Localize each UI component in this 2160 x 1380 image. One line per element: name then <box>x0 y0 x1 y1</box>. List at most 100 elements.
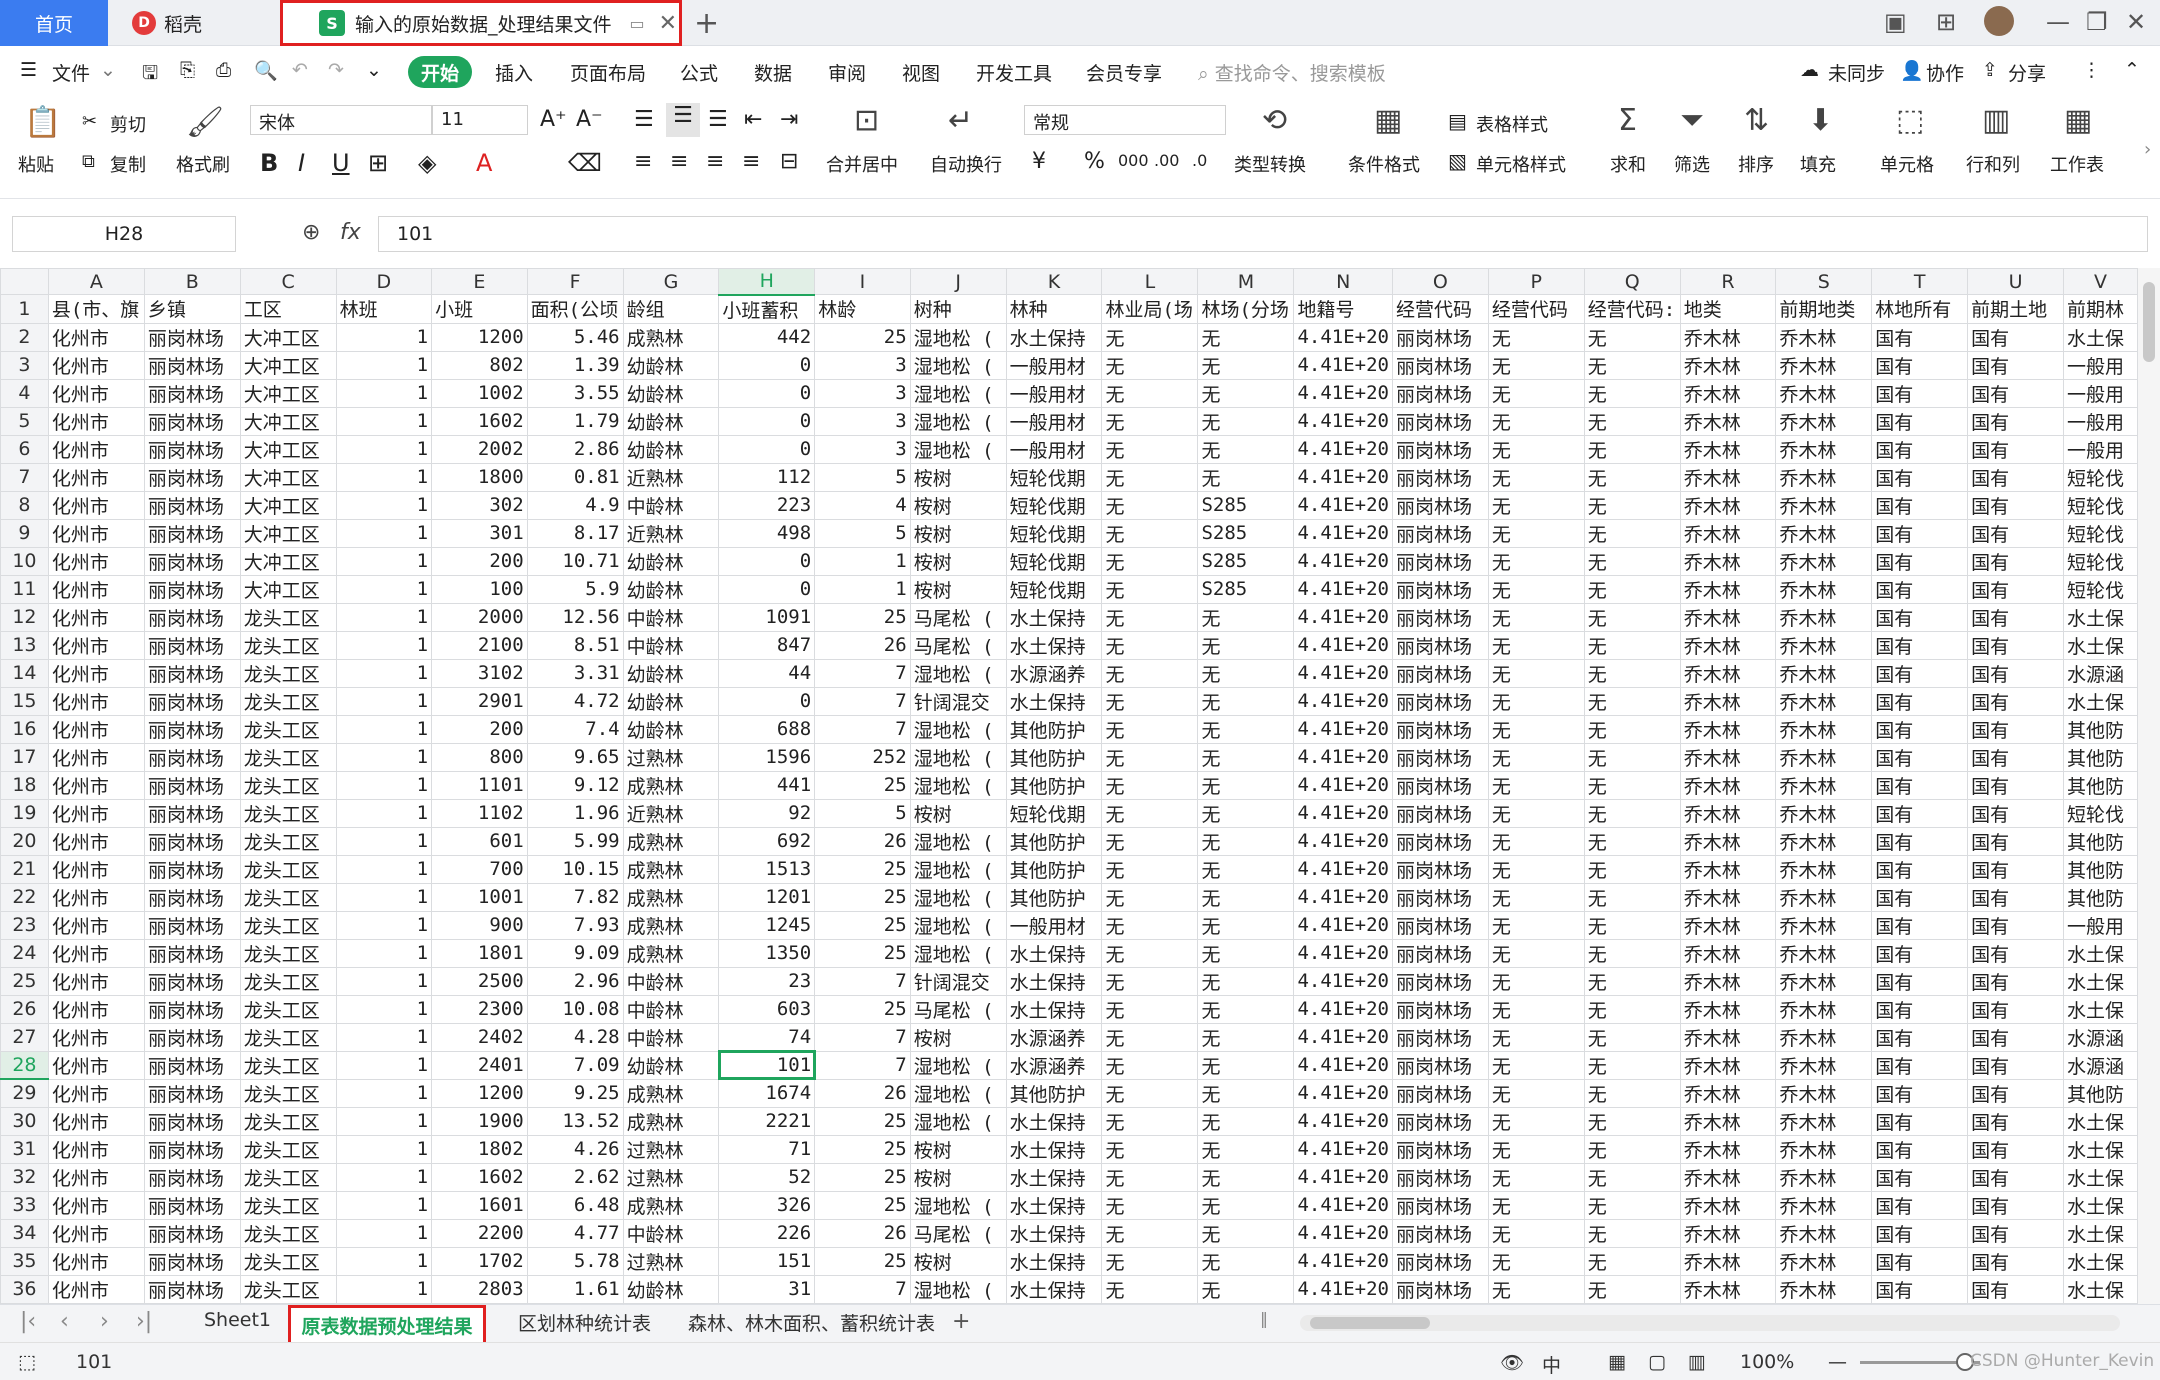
row-header[interactable]: 19 <box>0 798 49 828</box>
table-cell[interactable]: 国有 <box>1871 630 1969 660</box>
table-cell[interactable]: 无 <box>1487 322 1585 352</box>
paste-button[interactable]: 粘贴 <box>18 151 54 177</box>
table-cell[interactable]: 丽岗林场 <box>1391 882 1489 912</box>
table-cell[interactable]: 丽岗林场 <box>1391 1218 1489 1248</box>
table-cell[interactable]: 1245 <box>718 910 816 940</box>
menu-start[interactable]: 开始 <box>408 56 472 88</box>
table-cell[interactable]: 无 <box>1583 966 1681 996</box>
table-cell[interactable]: 2.96 <box>526 966 624 996</box>
table-cell[interactable]: 马尾松 ( <box>909 630 1007 660</box>
table-cell[interactable]: 无 <box>1583 350 1681 380</box>
table-cell[interactable]: 化州市 <box>47 1022 145 1052</box>
table-cell[interactable]: 无 <box>1583 378 1681 408</box>
table-cell[interactable]: 无 <box>1583 518 1681 548</box>
table-cell[interactable]: 乔木林 <box>1679 686 1777 716</box>
table-cell[interactable]: 林龄 <box>814 294 911 324</box>
table-cell[interactable]: 丽岗林场 <box>1391 518 1489 548</box>
justify-icon[interactable]: ≡ <box>742 149 760 174</box>
table-cell[interactable]: 无 <box>1101 1050 1199 1080</box>
table-cell[interactable]: 无 <box>1583 1246 1681 1276</box>
table-cell[interactable]: 丽岗林场 <box>143 742 241 772</box>
table-cell[interactable]: 水土保 <box>2063 1134 2138 1164</box>
table-cell[interactable]: 25 <box>814 1246 911 1276</box>
table-cell[interactable]: 900 <box>431 910 528 940</box>
column-header-v[interactable]: V <box>2063 268 2138 295</box>
table-cell[interactable]: 国有 <box>1967 1190 2064 1220</box>
table-cell[interactable]: 马尾松 ( <box>909 994 1007 1024</box>
table-cell[interactable]: 1 <box>335 742 433 772</box>
column-header-o[interactable]: O <box>1391 268 1489 295</box>
column-header-m[interactable]: M <box>1197 268 1295 295</box>
table-cell[interactable]: 化州市 <box>47 686 145 716</box>
align-middle-icon[interactable]: ☰ <box>666 103 700 137</box>
table-cell[interactable]: 0 <box>718 378 816 408</box>
table-cell[interactable]: 化州市 <box>47 826 145 856</box>
table-cell[interactable]: 1 <box>335 826 433 856</box>
table-cell[interactable]: 4.28 <box>526 1022 624 1052</box>
collapse-ribbon-icon[interactable]: ⌃ <box>2124 59 2140 81</box>
row-header[interactable]: 32 <box>0 1162 49 1192</box>
menu-data[interactable]: 数据 <box>754 59 792 86</box>
table-cell[interactable]: 1091 <box>718 602 816 632</box>
table-cell[interactable]: 1 <box>335 1078 433 1108</box>
table-cell[interactable]: 乔木林 <box>1775 1106 1873 1136</box>
table-cell[interactable]: 4.41E+20 <box>1293 1134 1393 1164</box>
table-cell[interactable]: 丽岗林场 <box>1391 322 1489 352</box>
table-cell[interactable]: 4.41E+20 <box>1293 826 1393 856</box>
table-cell[interactable]: 乔木林 <box>1679 630 1777 660</box>
table-cell[interactable]: 无 <box>1197 602 1295 632</box>
table-cell[interactable]: 化州市 <box>47 350 145 380</box>
row-header[interactable]: 26 <box>0 994 49 1024</box>
table-cell[interactable]: 无 <box>1583 742 1681 772</box>
table-cell[interactable]: 水源涵 <box>2063 1050 2138 1080</box>
table-cell[interactable]: 近熟林 <box>622 462 720 492</box>
table-cell[interactable]: 国有 <box>1871 1106 1969 1136</box>
table-cell[interactable]: 湿地松 ( <box>909 378 1007 408</box>
table-cell[interactable]: 湿地松 ( <box>909 854 1007 884</box>
table-cell[interactable]: 4.41E+20 <box>1293 630 1393 660</box>
table-cell[interactable]: 3.31 <box>526 658 624 688</box>
table-cell[interactable]: 1 <box>335 546 433 576</box>
column-header-l[interactable]: L <box>1101 268 1199 295</box>
table-cell[interactable]: 5.99 <box>526 826 624 856</box>
table-cell[interactable]: 前期地类 <box>1775 294 1873 324</box>
table-cell[interactable]: 1 <box>335 350 433 380</box>
table-cell[interactable]: 无 <box>1487 1134 1585 1164</box>
table-cell[interactable]: 无 <box>1101 1078 1199 1108</box>
table-cell[interactable]: 国有 <box>1871 378 1969 408</box>
table-cell[interactable]: 无 <box>1197 1050 1295 1080</box>
table-cell[interactable]: 无 <box>1197 714 1295 744</box>
table-cell[interactable]: 无 <box>1197 1246 1295 1276</box>
table-cell[interactable]: 国有 <box>1967 1022 2064 1052</box>
table-cell[interactable]: 成熟林 <box>622 1106 720 1136</box>
vertical-scrollbar[interactable] <box>2138 268 2160 1304</box>
table-cell[interactable]: 水源涵 <box>2063 1022 2138 1052</box>
filter-icon[interactable]: ⏷ <box>1680 103 1704 138</box>
table-cell[interactable]: 前期土地 <box>1967 294 2064 324</box>
table-cell[interactable]: 短轮伐 <box>2063 490 2138 520</box>
sum-button[interactable]: 求和 <box>1610 151 1646 177</box>
table-cell[interactable]: 4.41E+20 <box>1293 1162 1393 1192</box>
table-cell[interactable]: 丽岗林场 <box>143 994 241 1024</box>
column-header-i[interactable]: I <box>814 268 911 295</box>
table-cell[interactable]: 幼龄林 <box>622 686 720 716</box>
row-header[interactable]: 6 <box>0 434 49 464</box>
table-cell[interactable]: 无 <box>1197 798 1295 828</box>
table-cell[interactable]: 龙头工区 <box>239 994 337 1024</box>
table-cell[interactable]: 一般用 <box>2063 350 2138 380</box>
table-cell[interactable]: 无 <box>1487 1078 1585 1108</box>
table-cell[interactable]: 1900 <box>431 1106 528 1136</box>
table-cell[interactable]: 大冲工区 <box>239 322 337 352</box>
table-cell[interactable]: 化州市 <box>47 882 145 912</box>
table-cell[interactable]: 25 <box>814 882 911 912</box>
table-cell[interactable]: 其他防护 <box>1005 854 1103 884</box>
table-cell[interactable]: 无 <box>1487 882 1585 912</box>
table-cell[interactable]: 2300 <box>431 994 528 1024</box>
table-cell[interactable]: 近熟林 <box>622 518 720 548</box>
table-cell[interactable]: 31 <box>718 1274 816 1304</box>
table-cell[interactable]: 丽岗林场 <box>143 658 241 688</box>
table-cell[interactable]: 桉树 <box>909 1162 1007 1192</box>
column-header-f[interactable]: F <box>526 268 624 295</box>
table-cell[interactable]: 乔木林 <box>1775 322 1873 352</box>
table-cell[interactable]: 桉树 <box>909 462 1007 492</box>
